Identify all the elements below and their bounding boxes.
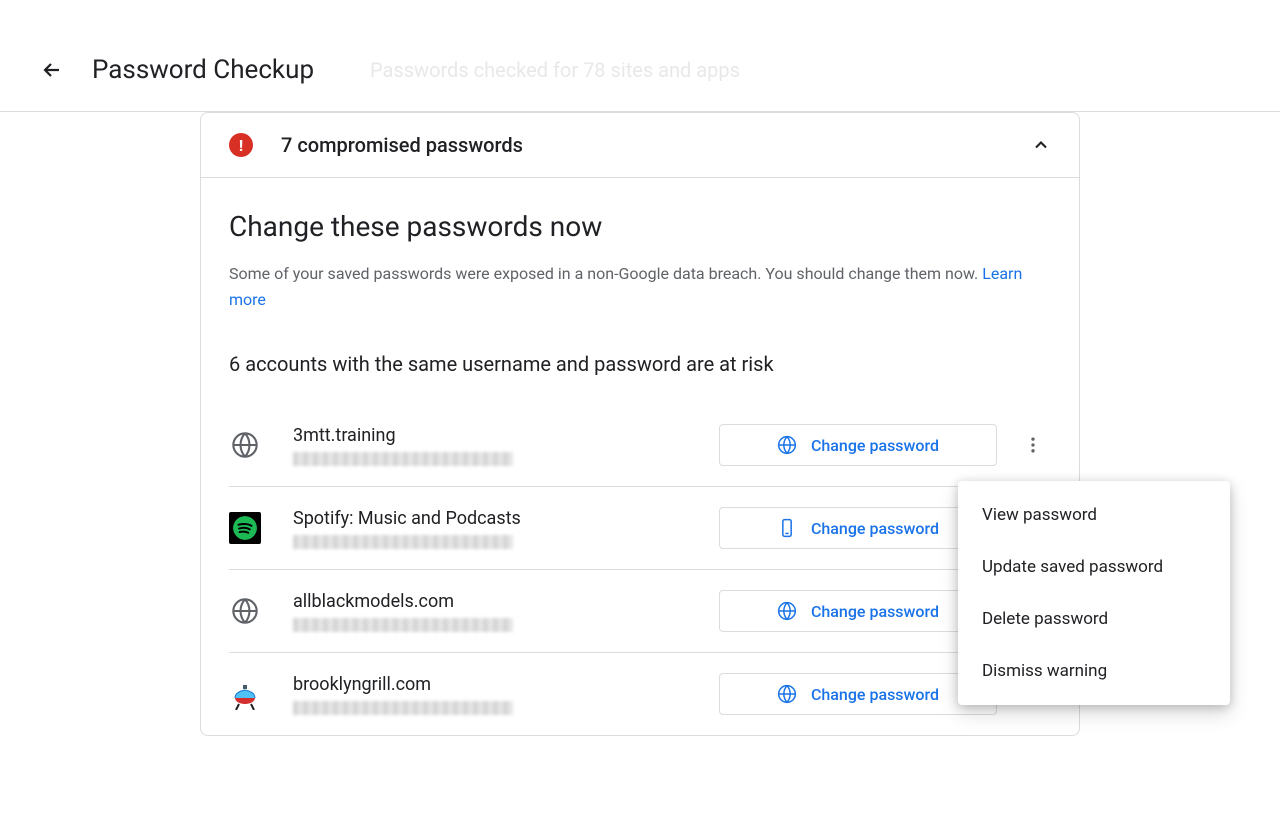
chevron-up-icon: [1031, 135, 1051, 155]
password-list: 3mtt.training Change password: [229, 404, 1051, 735]
globe-icon: [229, 429, 261, 461]
more-options-button[interactable]: [1015, 427, 1051, 463]
site-name: brooklyngrill.com: [293, 674, 719, 695]
subsection-title: 6 accounts with the same username and pa…: [229, 352, 1051, 376]
card-header-toggle[interactable]: ! 7 compromised passwords: [201, 113, 1079, 178]
app-header: Password Checkup Passwords checked for 7…: [0, 0, 1280, 112]
globe-icon: [229, 595, 261, 627]
spotify-icon: [229, 512, 261, 544]
globe-icon: [777, 601, 797, 621]
context-menu: View password Update saved password Dele…: [958, 481, 1230, 705]
globe-icon: [777, 684, 797, 704]
phone-icon: [777, 518, 797, 538]
site-info: brooklyngrill.com: [293, 674, 719, 715]
change-password-button[interactable]: Change password: [719, 507, 997, 549]
alert-icon: !: [229, 133, 253, 157]
card-body: Change these passwords now Some of your …: [201, 178, 1079, 735]
page-title: Password Checkup: [92, 55, 314, 85]
menu-update-password[interactable]: Update saved password: [958, 541, 1230, 593]
globe-icon: [777, 435, 797, 455]
more-vert-icon: [1023, 435, 1043, 455]
password-item: Spotify: Music and Podcasts Change passw…: [229, 487, 1051, 570]
ghost-summary: Passwords checked for 78 sites and apps: [370, 58, 740, 82]
site-info: Spotify: Music and Podcasts: [293, 508, 719, 549]
site-username-redacted: [293, 618, 513, 632]
menu-delete-password[interactable]: Delete password: [958, 593, 1230, 645]
compromised-card: ! 7 compromised passwords Change these p…: [200, 112, 1080, 736]
back-button[interactable]: [40, 58, 64, 82]
change-password-button[interactable]: Change password: [719, 424, 997, 466]
site-username-redacted: [293, 452, 513, 466]
site-username-redacted: [293, 701, 513, 715]
section-description: Some of your saved passwords were expose…: [229, 261, 1051, 312]
change-password-button[interactable]: Change password: [719, 590, 997, 632]
site-name: allblackmodels.com: [293, 591, 719, 612]
site-info: allblackmodels.com: [293, 591, 719, 632]
section-title: Change these passwords now: [229, 210, 1051, 243]
password-item: allblackmodels.com Change password: [229, 570, 1051, 653]
site-name: 3mtt.training: [293, 425, 719, 446]
change-password-button[interactable]: Change password: [719, 673, 997, 715]
site-username-redacted: [293, 535, 513, 549]
grill-icon: [229, 678, 261, 710]
menu-dismiss-warning[interactable]: Dismiss warning: [958, 645, 1230, 697]
menu-view-password[interactable]: View password: [958, 489, 1230, 541]
site-info: 3mtt.training: [293, 425, 719, 466]
password-item: 3mtt.training Change password: [229, 404, 1051, 487]
alert-title: 7 compromised passwords: [281, 133, 1031, 157]
password-item: brooklyngrill.com Change password: [229, 653, 1051, 735]
site-name: Spotify: Music and Podcasts: [293, 508, 719, 529]
